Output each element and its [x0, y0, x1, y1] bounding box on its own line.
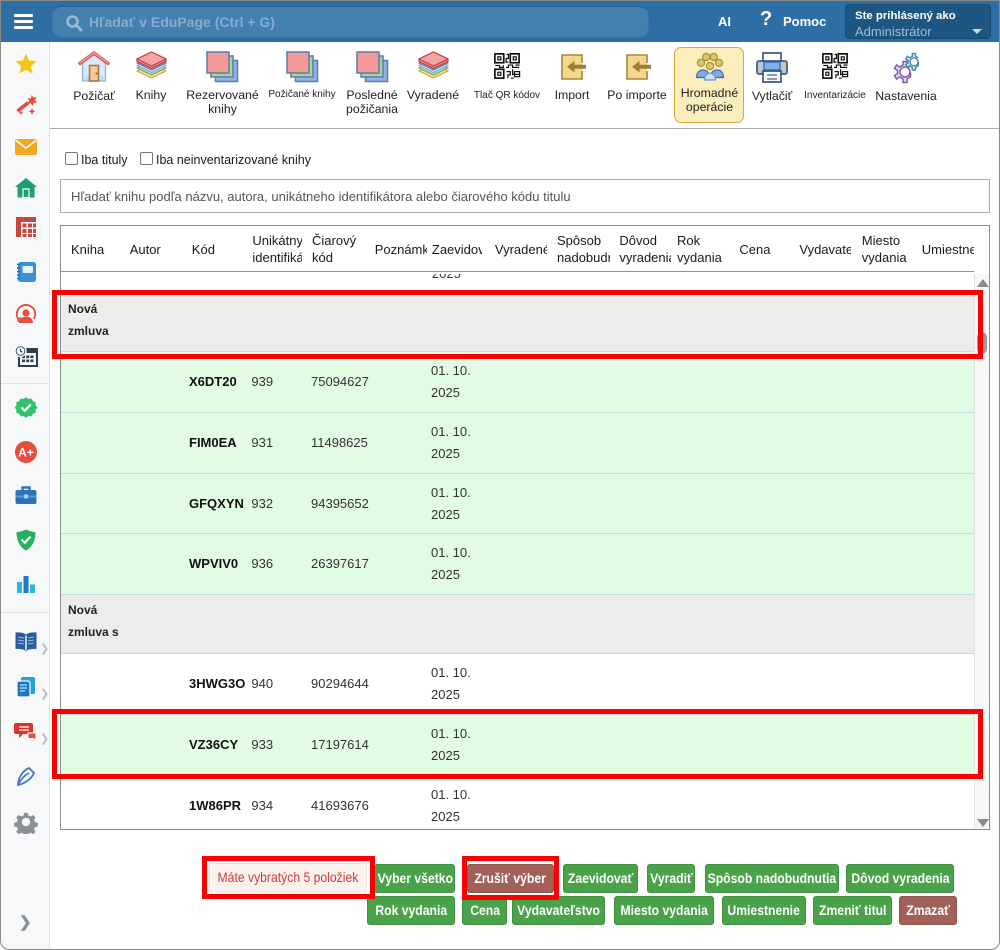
svg-text:A+: A+ [18, 446, 34, 460]
